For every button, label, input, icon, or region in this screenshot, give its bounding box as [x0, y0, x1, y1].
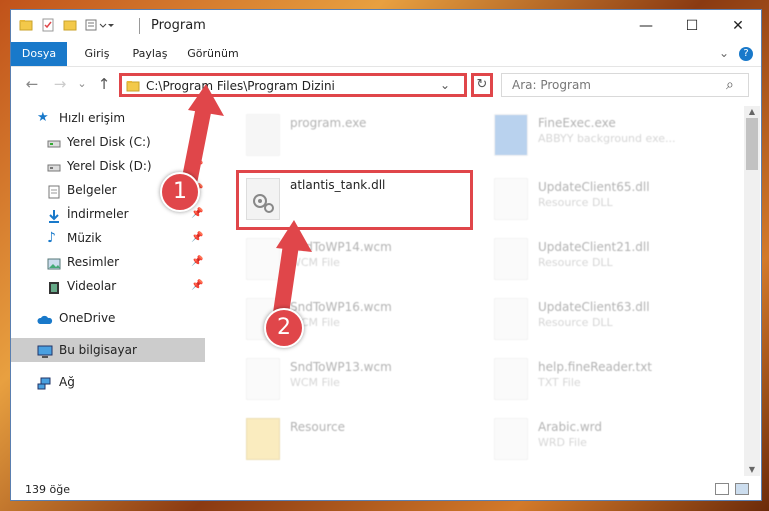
file-icon	[246, 358, 280, 400]
navigation-pane: ★ Hızlı erişim Yerel Disk (C:) 📌 Yerel D…	[11, 106, 207, 478]
scroll-thumb[interactable]	[746, 118, 758, 170]
large-icons-view-icon[interactable]	[735, 483, 749, 495]
navigation-bar: ← → ⌄ ↑ C:\Program Files\Program Dizini …	[11, 70, 761, 100]
file-icon	[494, 418, 528, 460]
properties-icon[interactable]	[41, 18, 55, 32]
file-item[interactable]: UpdateClient63.dll Resource DLL	[474, 294, 714, 350]
sidebar-item-music[interactable]: ♪ Müzik 📌	[11, 226, 205, 250]
minimize-button[interactable]: —	[623, 10, 669, 42]
tab-giris[interactable]: Giriş	[77, 42, 117, 66]
maximize-button[interactable]: ☐	[669, 10, 715, 42]
file-item[interactable]: SndToWP16.wcm WCM File	[226, 294, 466, 350]
forward-button[interactable]: →	[51, 74, 69, 94]
file-item[interactable]: SndToWP13.wcm WCM File	[226, 354, 466, 410]
exe-file-icon	[494, 114, 528, 156]
computer-icon	[37, 343, 53, 358]
address-bar[interactable]: C:\Program Files\Program Dizini ⌄	[119, 73, 467, 97]
refresh-icon: ↻	[476, 77, 488, 92]
file-icon	[246, 238, 280, 280]
dll-gear-icon	[494, 238, 528, 280]
pin-icon[interactable]: 📌	[191, 226, 203, 250]
folder-icon	[246, 418, 280, 460]
dll-gear-icon	[494, 178, 528, 220]
refresh-button[interactable]: ↻	[471, 73, 493, 97]
pin-icon[interactable]: 📌	[191, 274, 203, 298]
highlight-box-file	[236, 170, 473, 230]
title-separator	[139, 18, 140, 34]
sidebar-item-quick-access[interactable]: ★ Hızlı erişim	[11, 106, 205, 130]
tab-dosya[interactable]: Dosya	[11, 42, 67, 66]
documents-icon	[47, 183, 61, 199]
download-icon	[47, 207, 61, 223]
status-bar: 139 öğe	[11, 480, 761, 500]
folder-item[interactable]: Resource	[226, 414, 466, 470]
star-icon: ★	[37, 110, 49, 125]
pin-icon[interactable]: 📌	[191, 130, 203, 154]
sidebar-item-pictures[interactable]: Resimler 📌	[11, 250, 205, 274]
search-placeholder: Ara: Program	[512, 78, 591, 92]
up-arrow-icon: ↑	[97, 75, 111, 93]
scroll-up-icon[interactable]: ▲	[744, 106, 760, 118]
step-badge-1: 1	[160, 172, 200, 212]
tab-paylas[interactable]: Paylaş	[127, 42, 173, 66]
pin-icon[interactable]: 📌	[191, 250, 203, 274]
dll-gear-icon	[494, 298, 528, 340]
chevron-down-icon: ⌄	[77, 77, 87, 90]
videos-icon	[47, 279, 61, 294]
scroll-down-icon[interactable]: ▼	[744, 464, 760, 476]
drive-icon	[47, 159, 61, 173]
sidebar-item-disk-c[interactable]: Yerel Disk (C:) 📌	[11, 130, 205, 154]
pictures-icon	[47, 255, 61, 270]
file-item[interactable]: FineExec.exe ABBYY background exe...	[474, 110, 714, 166]
cloud-icon	[37, 311, 53, 325]
close-button[interactable]: ✕	[715, 10, 761, 42]
file-item[interactable]: Arabic.wrd WRD File	[474, 414, 714, 470]
item-count: 139 öğe	[25, 483, 70, 496]
text-file-icon	[494, 358, 528, 400]
title-bar: Program — ☐ ✕	[11, 10, 761, 42]
file-item[interactable]: UpdateClient21.dll Resource DLL	[474, 234, 714, 290]
network-icon	[37, 375, 51, 390]
drive-icon	[47, 135, 61, 149]
details-view-icon[interactable]	[715, 483, 729, 495]
pin-icon[interactable]: 📌	[191, 154, 203, 178]
address-dropdown-button[interactable]: ⌄	[440, 78, 450, 92]
sidebar-item-videos[interactable]: Videolar 📌	[11, 274, 205, 298]
sidebar-item-onedrive[interactable]: OneDrive	[11, 306, 205, 330]
address-path: C:\Program Files\Program Dizini	[146, 79, 335, 93]
chevron-down-icon: ⌄	[440, 78, 451, 92]
back-button[interactable]: ←	[23, 74, 41, 94]
file-item[interactable]: help.fineReader.txt TXT File	[474, 354, 714, 410]
recent-locations-button[interactable]: ⌄	[73, 74, 91, 94]
file-list: program.exe atlantis_tank.dll SndToWP14.…	[216, 106, 741, 478]
file-item[interactable]: program.exe	[226, 110, 466, 166]
up-button[interactable]: ↑	[95, 74, 113, 94]
search-box[interactable]: Ara: Program ⌕	[501, 73, 749, 97]
folder-icon	[19, 18, 33, 32]
exe-file-icon	[246, 114, 280, 156]
customize-toolbar-icon[interactable]	[85, 18, 115, 32]
ribbon-tabs: Dosya Giriş Paylaş Görünüm ⌄ ?	[11, 42, 761, 67]
chevron-down-icon[interactable]: ⌄	[719, 46, 729, 60]
folder-icon	[126, 79, 140, 96]
vertical-scrollbar[interactable]: ▲ ▼	[744, 106, 760, 476]
file-item[interactable]: SndToWP14.wcm WCM File	[226, 234, 466, 290]
new-folder-icon[interactable]	[63, 18, 77, 32]
forward-arrow-icon: →	[53, 75, 67, 93]
search-icon: ⌕	[726, 77, 734, 93]
back-arrow-icon: ←	[25, 75, 39, 93]
file-item[interactable]: UpdateClient65.dll Resource DLL	[474, 174, 714, 230]
window-title: Program	[151, 18, 206, 33]
help-icon[interactable]: ?	[739, 47, 753, 61]
sidebar-item-network[interactable]: Ağ	[11, 370, 205, 394]
music-icon: ♪	[47, 230, 56, 246]
step-badge-2: 2	[264, 308, 304, 348]
sidebar-item-this-pc[interactable]: Bu bilgisayar	[11, 338, 205, 362]
tab-gorunum[interactable]: Görünüm	[183, 42, 243, 66]
explorer-window: Program — ☐ ✕ Dosya Giriş Paylaş Görünüm…	[10, 9, 762, 501]
